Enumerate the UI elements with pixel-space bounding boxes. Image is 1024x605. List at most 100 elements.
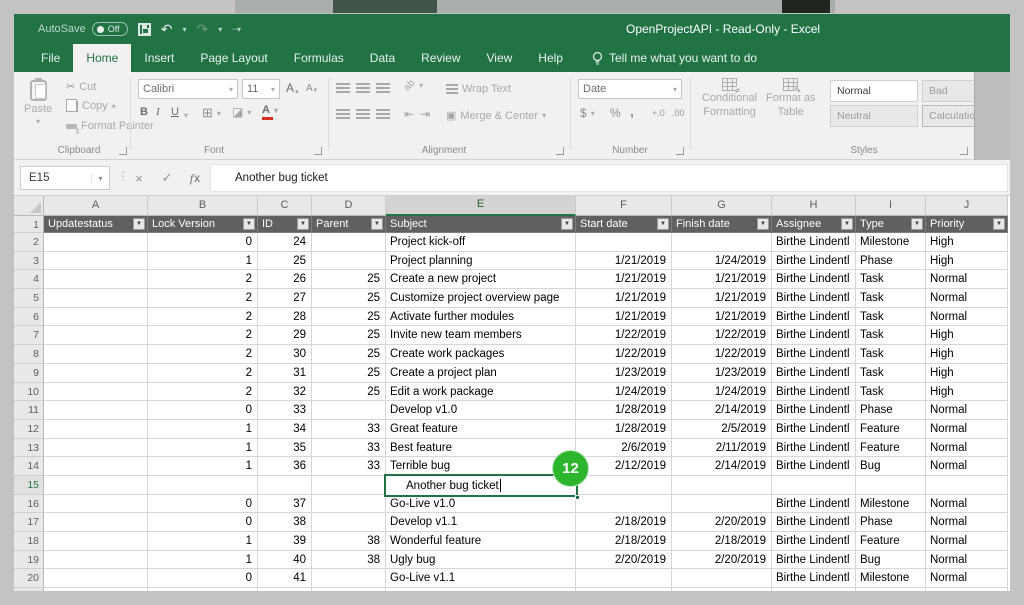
cell[interactable]: 24 [258, 233, 312, 252]
cell[interactable]: 25 [258, 252, 312, 271]
cell[interactable]: Birthe Lindentl [772, 532, 856, 551]
cell[interactable] [672, 495, 772, 514]
row-header-14[interactable]: 14 [14, 457, 44, 476]
cell[interactable]: 2/18/2019 [672, 532, 772, 551]
cell[interactable]: Birthe Lindentl [772, 308, 856, 327]
cell[interactable]: 27 [258, 289, 312, 308]
cell[interactable] [44, 308, 148, 327]
row-header-9[interactable]: 9 [14, 364, 44, 383]
cell[interactable]: Phase [856, 513, 926, 532]
cell[interactable]: 33 [312, 439, 386, 458]
cell[interactable]: Normal [926, 532, 1008, 551]
row-header-16[interactable]: 16 [14, 495, 44, 514]
tab-formulas[interactable]: Formulas [281, 44, 357, 72]
cell[interactable]: 2 [148, 383, 258, 402]
cell[interactable] [44, 513, 148, 532]
tab-file[interactable]: File [28, 44, 73, 72]
cell[interactable] [926, 476, 1008, 495]
cell[interactable] [44, 420, 148, 439]
cell[interactable]: 1 [148, 532, 258, 551]
italic-button[interactable]: I [156, 106, 160, 118]
cell[interactable]: 1/21/2019 [672, 270, 772, 289]
cell[interactable]: 25 [312, 270, 386, 289]
cell[interactable] [312, 476, 386, 495]
cell[interactable]: Go-Live v1.1 [386, 569, 576, 588]
cell[interactable]: 32 [258, 383, 312, 402]
cell[interactable]: Task [856, 364, 926, 383]
cell[interactable]: High [926, 326, 1008, 345]
cell[interactable]: Birthe Lindentl [772, 513, 856, 532]
cell[interactable] [312, 401, 386, 420]
cell[interactable]: 1/24/2019 [672, 252, 772, 271]
cell[interactable]: 1 [148, 439, 258, 458]
shrink-font-button[interactable]: A▾ [306, 83, 317, 94]
cell[interactable]: 1/22/2019 [576, 345, 672, 364]
row-header-7[interactable]: 7 [14, 326, 44, 345]
cell[interactable]: Invite new team members [386, 326, 576, 345]
header-cell-updatestatus[interactable]: Updatestatus▼ [44, 216, 148, 233]
cell[interactable]: 39 [258, 532, 312, 551]
underline-button[interactable]: U [171, 106, 179, 118]
cell[interactable]: Birthe Lindentl [772, 252, 856, 271]
bold-button[interactable]: B [140, 106, 148, 118]
cell[interactable]: 2 [148, 308, 258, 327]
cell[interactable]: Ugly bug [386, 551, 576, 570]
cell[interactable] [576, 569, 672, 588]
alignment-dialog-launcher-icon[interactable] [556, 147, 564, 155]
cell[interactable]: High [926, 233, 1008, 252]
cell[interactable]: Birthe Lindentl [772, 569, 856, 588]
copy-button[interactable]: Copy ▾ [66, 100, 116, 112]
cell[interactable]: 1 [148, 420, 258, 439]
cell[interactable]: Phase [856, 252, 926, 271]
column-header-J[interactable]: J [926, 196, 1008, 216]
cell[interactable]: 2/6/2019 [576, 439, 672, 458]
cell[interactable]: 33 [312, 420, 386, 439]
cell[interactable]: Task [856, 383, 926, 402]
cell[interactable]: Activate further modules [386, 308, 576, 327]
tab-page-layout[interactable]: Page Layout [187, 44, 280, 72]
filter-button[interactable]: ▼ [297, 218, 309, 230]
name-box[interactable]: E15 ▾ [20, 166, 110, 190]
fill-handle[interactable] [575, 495, 580, 500]
cell[interactable]: Normal [926, 308, 1008, 327]
align-left-icon[interactable] [336, 109, 350, 119]
cell[interactable] [44, 569, 148, 588]
cell[interactable]: Project kick-off [386, 233, 576, 252]
cell[interactable] [672, 476, 772, 495]
format-as-table-button[interactable]: ✎ Format as Table [766, 78, 816, 119]
font-dialog-launcher-icon[interactable] [314, 147, 322, 155]
undo-icon[interactable]: ↶ [161, 22, 173, 36]
cell[interactable]: 25 [312, 383, 386, 402]
align-middle-icon[interactable] [356, 83, 370, 93]
align-center-icon[interactable] [356, 109, 370, 119]
cell[interactable]: Birthe Lindentl [772, 401, 856, 420]
cell[interactable]: 2/14/2019 [672, 457, 772, 476]
cell[interactable]: Birthe Lindentl [772, 457, 856, 476]
underline-dropdown-icon[interactable]: ▾ [184, 111, 188, 120]
cell[interactable]: 26 [258, 270, 312, 289]
cell[interactable]: 25 [312, 326, 386, 345]
font-color-button[interactable]: A ▾ [262, 104, 278, 116]
cell[interactable] [856, 588, 926, 591]
cell[interactable]: 1/21/2019 [672, 289, 772, 308]
cell[interactable]: 35 [258, 439, 312, 458]
cell[interactable]: 2 [148, 326, 258, 345]
cell[interactable] [44, 588, 148, 591]
row-header-10[interactable]: 10 [14, 383, 44, 402]
cell[interactable]: 34 [258, 420, 312, 439]
header-cell-subject[interactable]: Subject▼ [386, 216, 576, 233]
name-box-dropdown-icon[interactable]: ▾ [91, 174, 109, 183]
cell[interactable] [576, 476, 672, 495]
grow-font-button[interactable]: A▴ [286, 81, 299, 95]
fill-color-button[interactable]: ◪▾ [232, 105, 251, 119]
cell[interactable] [258, 588, 312, 591]
cell[interactable]: 38 [312, 532, 386, 551]
cell[interactable]: Feature [856, 439, 926, 458]
cell[interactable]: Normal [926, 270, 1008, 289]
align-right-icon[interactable] [376, 109, 390, 119]
redo-icon[interactable]: ↷ [196, 22, 208, 36]
cell[interactable]: Feature [856, 532, 926, 551]
cell[interactable]: Normal [926, 457, 1008, 476]
cell[interactable]: 1 [148, 252, 258, 271]
header-cell-assignee[interactable]: Assignee▼ [772, 216, 856, 233]
